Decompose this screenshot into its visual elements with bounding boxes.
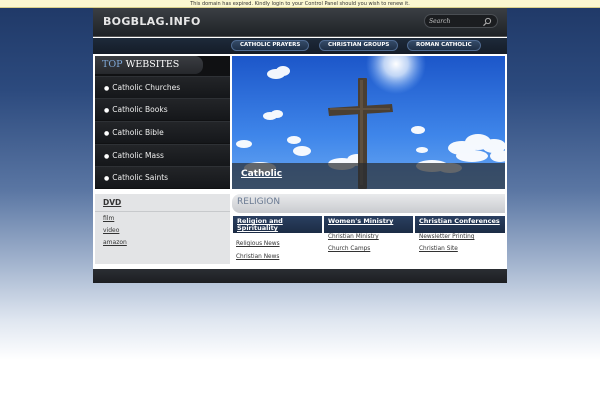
top-website-label: Catholic Bible [112, 128, 164, 137]
page-container: BOGBLAG.INFO CATHOLIC PRAYERS CHRISTIAN … [93, 8, 507, 283]
dvd-title[interactable]: DVD [103, 198, 121, 207]
expired-domain-notice: This domain has expired. Kindly login to… [0, 0, 600, 8]
top-website-label: Catholic Churches [112, 83, 181, 92]
nav-roman-catholic[interactable]: ROMAN CATHOLIC [407, 40, 481, 51]
search-icon[interactable] [482, 17, 492, 27]
top-website-item[interactable]: ● Catholic Churches [95, 76, 230, 98]
search-input[interactable] [429, 16, 481, 27]
top-websites-title-accent: TOP [102, 59, 123, 70]
religion-link[interactable]: Newsletter Printing [419, 234, 474, 240]
top-website-item[interactable]: ● Catholic Bible [95, 121, 230, 143]
religion-link[interactable]: Christian Site [419, 246, 458, 252]
religion-link[interactable]: Church Camps [328, 246, 370, 252]
top-website-item[interactable]: ● Catholic Books [95, 98, 230, 120]
dvd-divider [95, 211, 230, 212]
hero-caption-bar: Catholic [232, 163, 505, 189]
bullet-icon: ● [104, 130, 110, 137]
religion-section-header: RELIGION [232, 194, 505, 213]
bullet-icon: ● [104, 85, 110, 92]
religion-link[interactable]: Christian News [236, 254, 279, 260]
top-website-label: Catholic Mass [112, 151, 164, 160]
bullet-icon: ● [104, 175, 110, 182]
dvd-link-film[interactable]: film [103, 215, 114, 222]
top-website-label: Catholic Saints [112, 173, 169, 182]
column-heading-womens-ministry[interactable]: Women's Ministry [324, 216, 413, 233]
site-footer [93, 269, 507, 283]
bullet-icon: ● [104, 107, 110, 114]
top-website-item[interactable]: ● Catholic Mass [95, 144, 230, 166]
column-heading-christian-conferences[interactable]: Christian Conferences [415, 216, 505, 233]
nav-christian-groups[interactable]: CHRISTIAN GROUPS [319, 40, 399, 51]
dvd-link-video[interactable]: video [103, 227, 119, 234]
religion-link[interactable]: Religious News [236, 241, 280, 247]
dvd-link-amazon[interactable]: amazon [103, 239, 127, 246]
top-websites-title-rest: WEBSITES [125, 59, 180, 70]
religion-title: RELIGION [237, 197, 281, 207]
bullet-icon: ● [104, 153, 110, 160]
top-website-label: Catholic Books [112, 105, 168, 114]
religion-link[interactable]: Christian Ministry [328, 234, 379, 240]
hero-caption-link[interactable]: Catholic [241, 169, 282, 179]
top-websites-title: TOP WEBSITES [95, 56, 203, 74]
main-nav: CATHOLIC PRAYERS CHRISTIAN GROUPS ROMAN … [93, 38, 507, 54]
top-website-item[interactable]: ● Catholic Saints [95, 166, 230, 188]
search-box [424, 14, 498, 28]
dvd-panel: DVD film video amazon [95, 194, 230, 264]
hero-image: Catholic [232, 56, 505, 189]
site-logo[interactable]: BOGBLAG.INFO [103, 15, 201, 28]
site-header: BOGBLAG.INFO [93, 8, 507, 37]
column-heading-religion-spirituality[interactable]: Religion and Spirituality [233, 216, 322, 233]
nav-catholic-prayers[interactable]: CATHOLIC PRAYERS [231, 40, 310, 51]
top-websites-panel: TOP WEBSITES ● Catholic Churches ● Catholi… [95, 56, 230, 189]
